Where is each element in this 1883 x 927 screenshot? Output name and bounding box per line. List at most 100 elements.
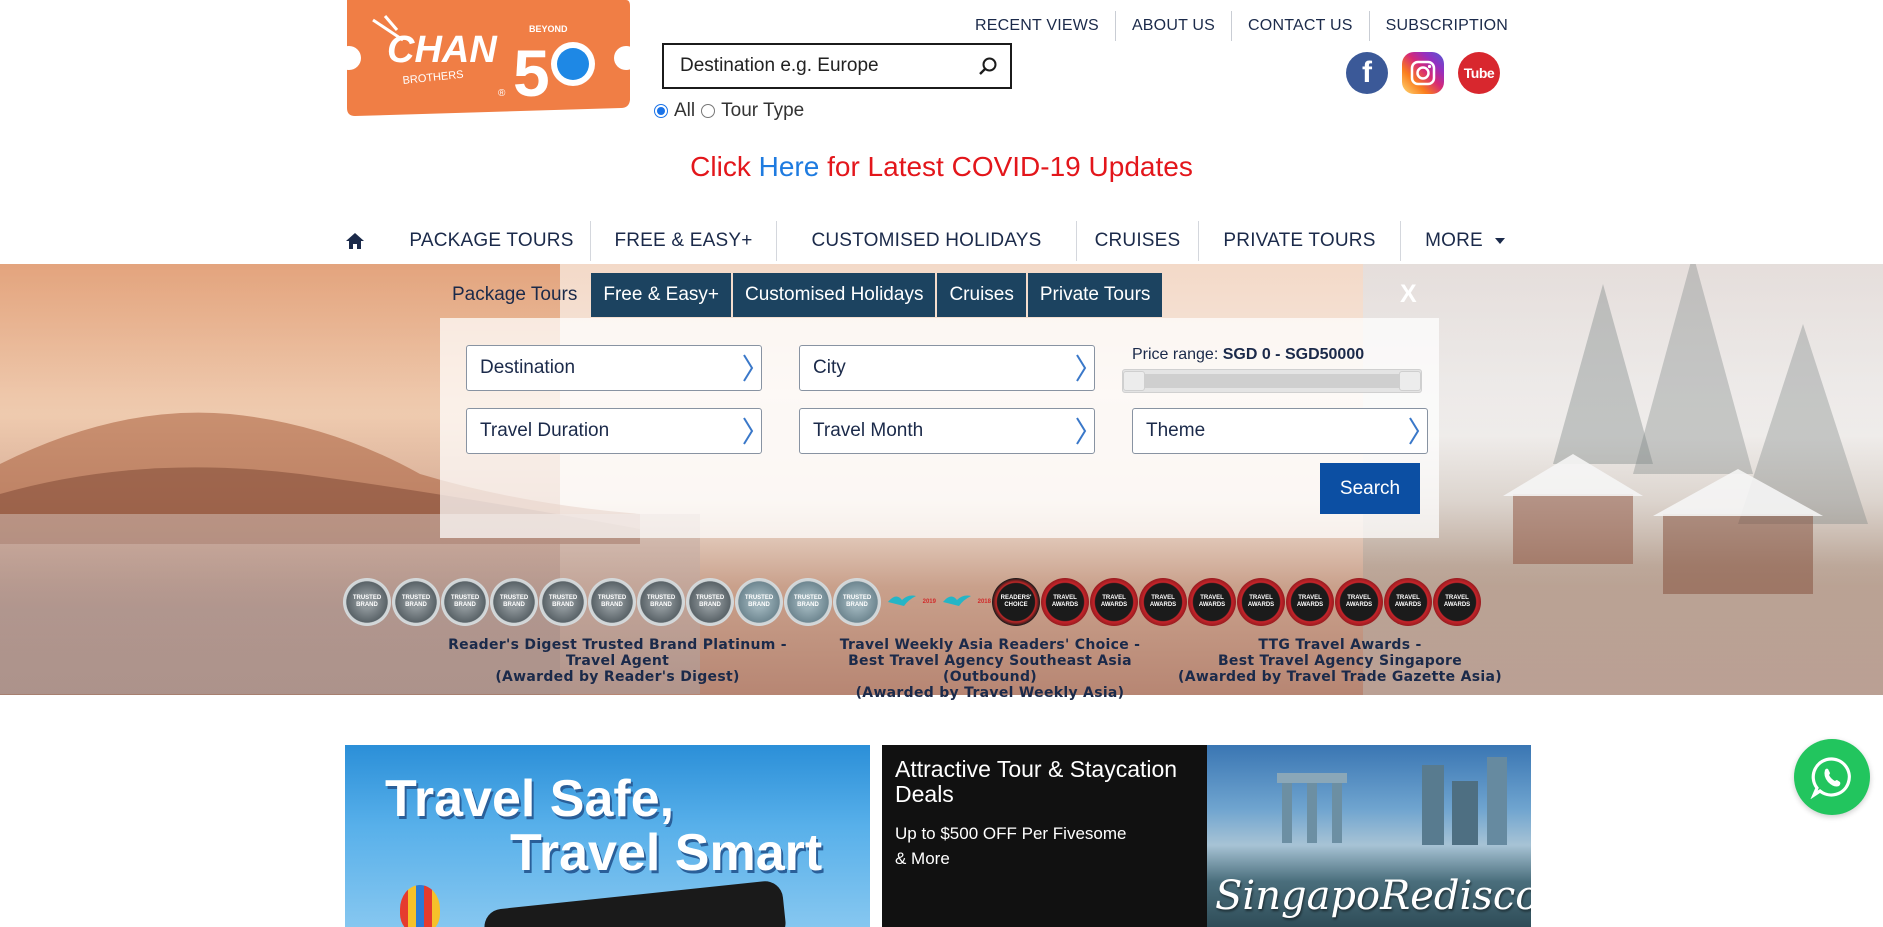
award-caption-readers-digest: Reader's Digest Trusted Brand Platinum -…: [430, 637, 805, 685]
travel-duration-select-label: Travel Duration: [480, 420, 610, 441]
price-range-slider[interactable]: [1122, 369, 1422, 393]
nav-customised-holidays[interactable]: CUSTOMISED HOLIDAYS: [777, 221, 1077, 261]
travel-weekly-award-icon: 2019: [882, 578, 936, 626]
trusted-brand-award-icon: TRUSTED BRAND: [490, 578, 538, 626]
covid-here-link[interactable]: Here: [759, 151, 820, 182]
nav-more-label: MORE: [1425, 230, 1483, 251]
bird-icon: [943, 595, 972, 606]
trusted-brand-award-icon: TRUSTED BRAND: [343, 578, 391, 626]
trusted-brand-award-icon: TRUSTED BRAND: [539, 578, 587, 626]
youtube-icon[interactable]: Tube: [1458, 52, 1500, 94]
search-scope-radios: All Tour Type: [654, 100, 810, 122]
ttg-award-icon: TRAVEL AWARDS: [1188, 578, 1236, 626]
whatsapp-chat-button[interactable]: [1794, 739, 1870, 815]
theme-select-label: Theme: [1146, 420, 1206, 441]
whatsapp-icon: [1810, 757, 1851, 799]
promo-deals-subtitle: Up to $500 OFF Per Fivesome & More: [895, 824, 1127, 868]
ttg-award-icon: TRAVEL AWARDS: [1433, 578, 1481, 626]
chevron-right-icon: [743, 417, 754, 445]
chan-brothers-logo[interactable]: CHAN BROTHERS ® BEYOND 5: [345, 0, 630, 116]
award-line: Travel Weekly Asia Readers' Choice -: [839, 637, 1141, 653]
award-caption-ttg: TTG Travel Awards - Best Travel Agency S…: [1150, 637, 1530, 685]
tw-award-year: 2018: [977, 598, 991, 605]
nav-free-and-easy[interactable]: FREE & EASY+: [591, 221, 777, 261]
tab-cruises[interactable]: Cruises: [937, 273, 1026, 317]
ttg-award-icon: TRAVEL AWARDS: [1335, 578, 1383, 626]
ttg-award-icon: TRAVEL AWARDS: [1139, 578, 1187, 626]
travel-month-select[interactable]: Travel Month: [799, 408, 1095, 454]
trusted-brand-award-icon: TRUSTED BRAND: [735, 578, 783, 626]
chevron-right-icon: [1076, 417, 1087, 445]
social-links: f Tube: [1346, 52, 1500, 94]
city-select[interactable]: City: [799, 345, 1095, 391]
covid-prefix: Click: [690, 151, 751, 182]
tab-customised-holidays[interactable]: Customised Holidays: [732, 273, 936, 317]
search-icon[interactable]: [966, 45, 1010, 87]
destination-select-label: Destination: [480, 357, 576, 378]
promo-deals-title: Attractive Tour & Staycation Deals: [895, 756, 1178, 807]
trusted-brand-award-icon: TRUSTED BRAND: [441, 578, 489, 626]
destination-search-input[interactable]: [664, 45, 966, 87]
svg-text:CHAN: CHAN: [387, 29, 498, 71]
nav-more[interactable]: MORE: [1401, 221, 1529, 261]
svg-text:BEYOND: BEYOND: [529, 24, 568, 34]
link-about-us[interactable]: ABOUT US: [1114, 11, 1231, 41]
destination-search-box[interactable]: [662, 43, 1012, 89]
link-subscription[interactable]: SUBSCRIPTION: [1368, 11, 1508, 41]
theme-select[interactable]: Theme: [1132, 408, 1428, 454]
nav-private-tours[interactable]: PRIVATE TOURS: [1199, 221, 1401, 261]
radio-all-label: All: [674, 100, 696, 121]
price-max-handle[interactable]: [1399, 371, 1421, 391]
link-contact-us[interactable]: CONTACT US: [1231, 11, 1369, 41]
promo-headline: Travel Smart: [510, 824, 823, 882]
phone-image: [482, 879, 788, 927]
svg-text:5: 5: [513, 36, 550, 110]
radio-all-dot[interactable]: [654, 104, 668, 118]
ttg-award-icon: TRAVEL AWARDS: [1090, 578, 1138, 626]
price-min-handle[interactable]: [1123, 371, 1145, 391]
tower-shape: [1332, 783, 1342, 843]
chevron-down-icon: [1494, 237, 1505, 244]
ttg-award-icon: TRAVEL AWARDS: [1041, 578, 1089, 626]
promo-deals-card[interactable]: Attractive Tour & Staycation Deals Up to…: [882, 745, 1207, 927]
trusted-brand-award-icon: TRUSTED BRAND: [588, 578, 636, 626]
nav-cruises[interactable]: CRUISES: [1077, 221, 1199, 261]
promo-headline: Travel Safe,: [385, 770, 675, 828]
award-line: Best Travel Agency Singapore: [1217, 653, 1463, 669]
promo-singapore-banner[interactable]: SingapoRediscovers: [1207, 745, 1531, 927]
tab-package-tours[interactable]: Package Tours: [440, 273, 589, 317]
hot-air-balloon-icon: [400, 885, 440, 927]
award-line: (Awarded by Travel Weekly Asia): [855, 685, 1125, 701]
ttg-award-icon: TRAVEL AWARDS: [1237, 578, 1285, 626]
radio-tour-type[interactable]: Tour Type: [701, 100, 804, 122]
nav-package-tours[interactable]: PACKAGE TOURS: [393, 221, 591, 261]
instagram-icon[interactable]: [1402, 52, 1444, 94]
skyscraper-shape: [1452, 781, 1478, 845]
award-line: (Awarded by Travel Trade Gazette Asia): [1178, 669, 1502, 685]
promo-travel-safe-banner[interactable]: Travel Safe, Travel Smart: [345, 745, 870, 927]
tab-free-and-easy[interactable]: Free & Easy+: [591, 273, 731, 317]
travel-duration-select[interactable]: Travel Duration: [466, 408, 762, 454]
travel-month-select-label: Travel Month: [813, 420, 924, 441]
svg-text:®: ®: [498, 88, 506, 99]
link-recent-views[interactable]: RECENT VIEWS: [959, 11, 1115, 41]
close-search-panel-button[interactable]: X: [1400, 280, 1417, 309]
radio-tour-type-dot[interactable]: [701, 104, 716, 118]
award-caption-travel-weekly: Travel Weekly Asia Readers' Choice - Bes…: [800, 637, 1180, 701]
search-button[interactable]: Search: [1320, 463, 1420, 514]
chevron-right-icon: [743, 354, 754, 382]
travel-weekly-award-icon: 2018: [937, 578, 991, 626]
tab-private-tours[interactable]: Private Tours: [1027, 273, 1163, 317]
home-icon[interactable]: [345, 232, 393, 250]
price-range-label: Price range: SGD 0 - SGD50000: [1132, 346, 1364, 364]
facebook-icon[interactable]: f: [1346, 52, 1388, 94]
ttg-award-icon: TRAVEL AWARDS: [1286, 578, 1334, 626]
award-line: Reader's Digest Trusted Brand Platinum -: [448, 637, 787, 653]
radio-all[interactable]: All: [654, 100, 695, 122]
trusted-brand-award-icon: TRUSTED BRAND: [784, 578, 832, 626]
award-line: (Awarded by Reader's Digest): [495, 669, 740, 685]
awards-row: TRUSTED BRAND TRUSTED BRAND TRUSTED BRAN…: [343, 572, 1535, 632]
readers-choice-award-icon: READERS' CHOICE: [992, 578, 1040, 626]
destination-select[interactable]: Destination: [466, 345, 762, 391]
tower-shape: [1282, 783, 1292, 843]
